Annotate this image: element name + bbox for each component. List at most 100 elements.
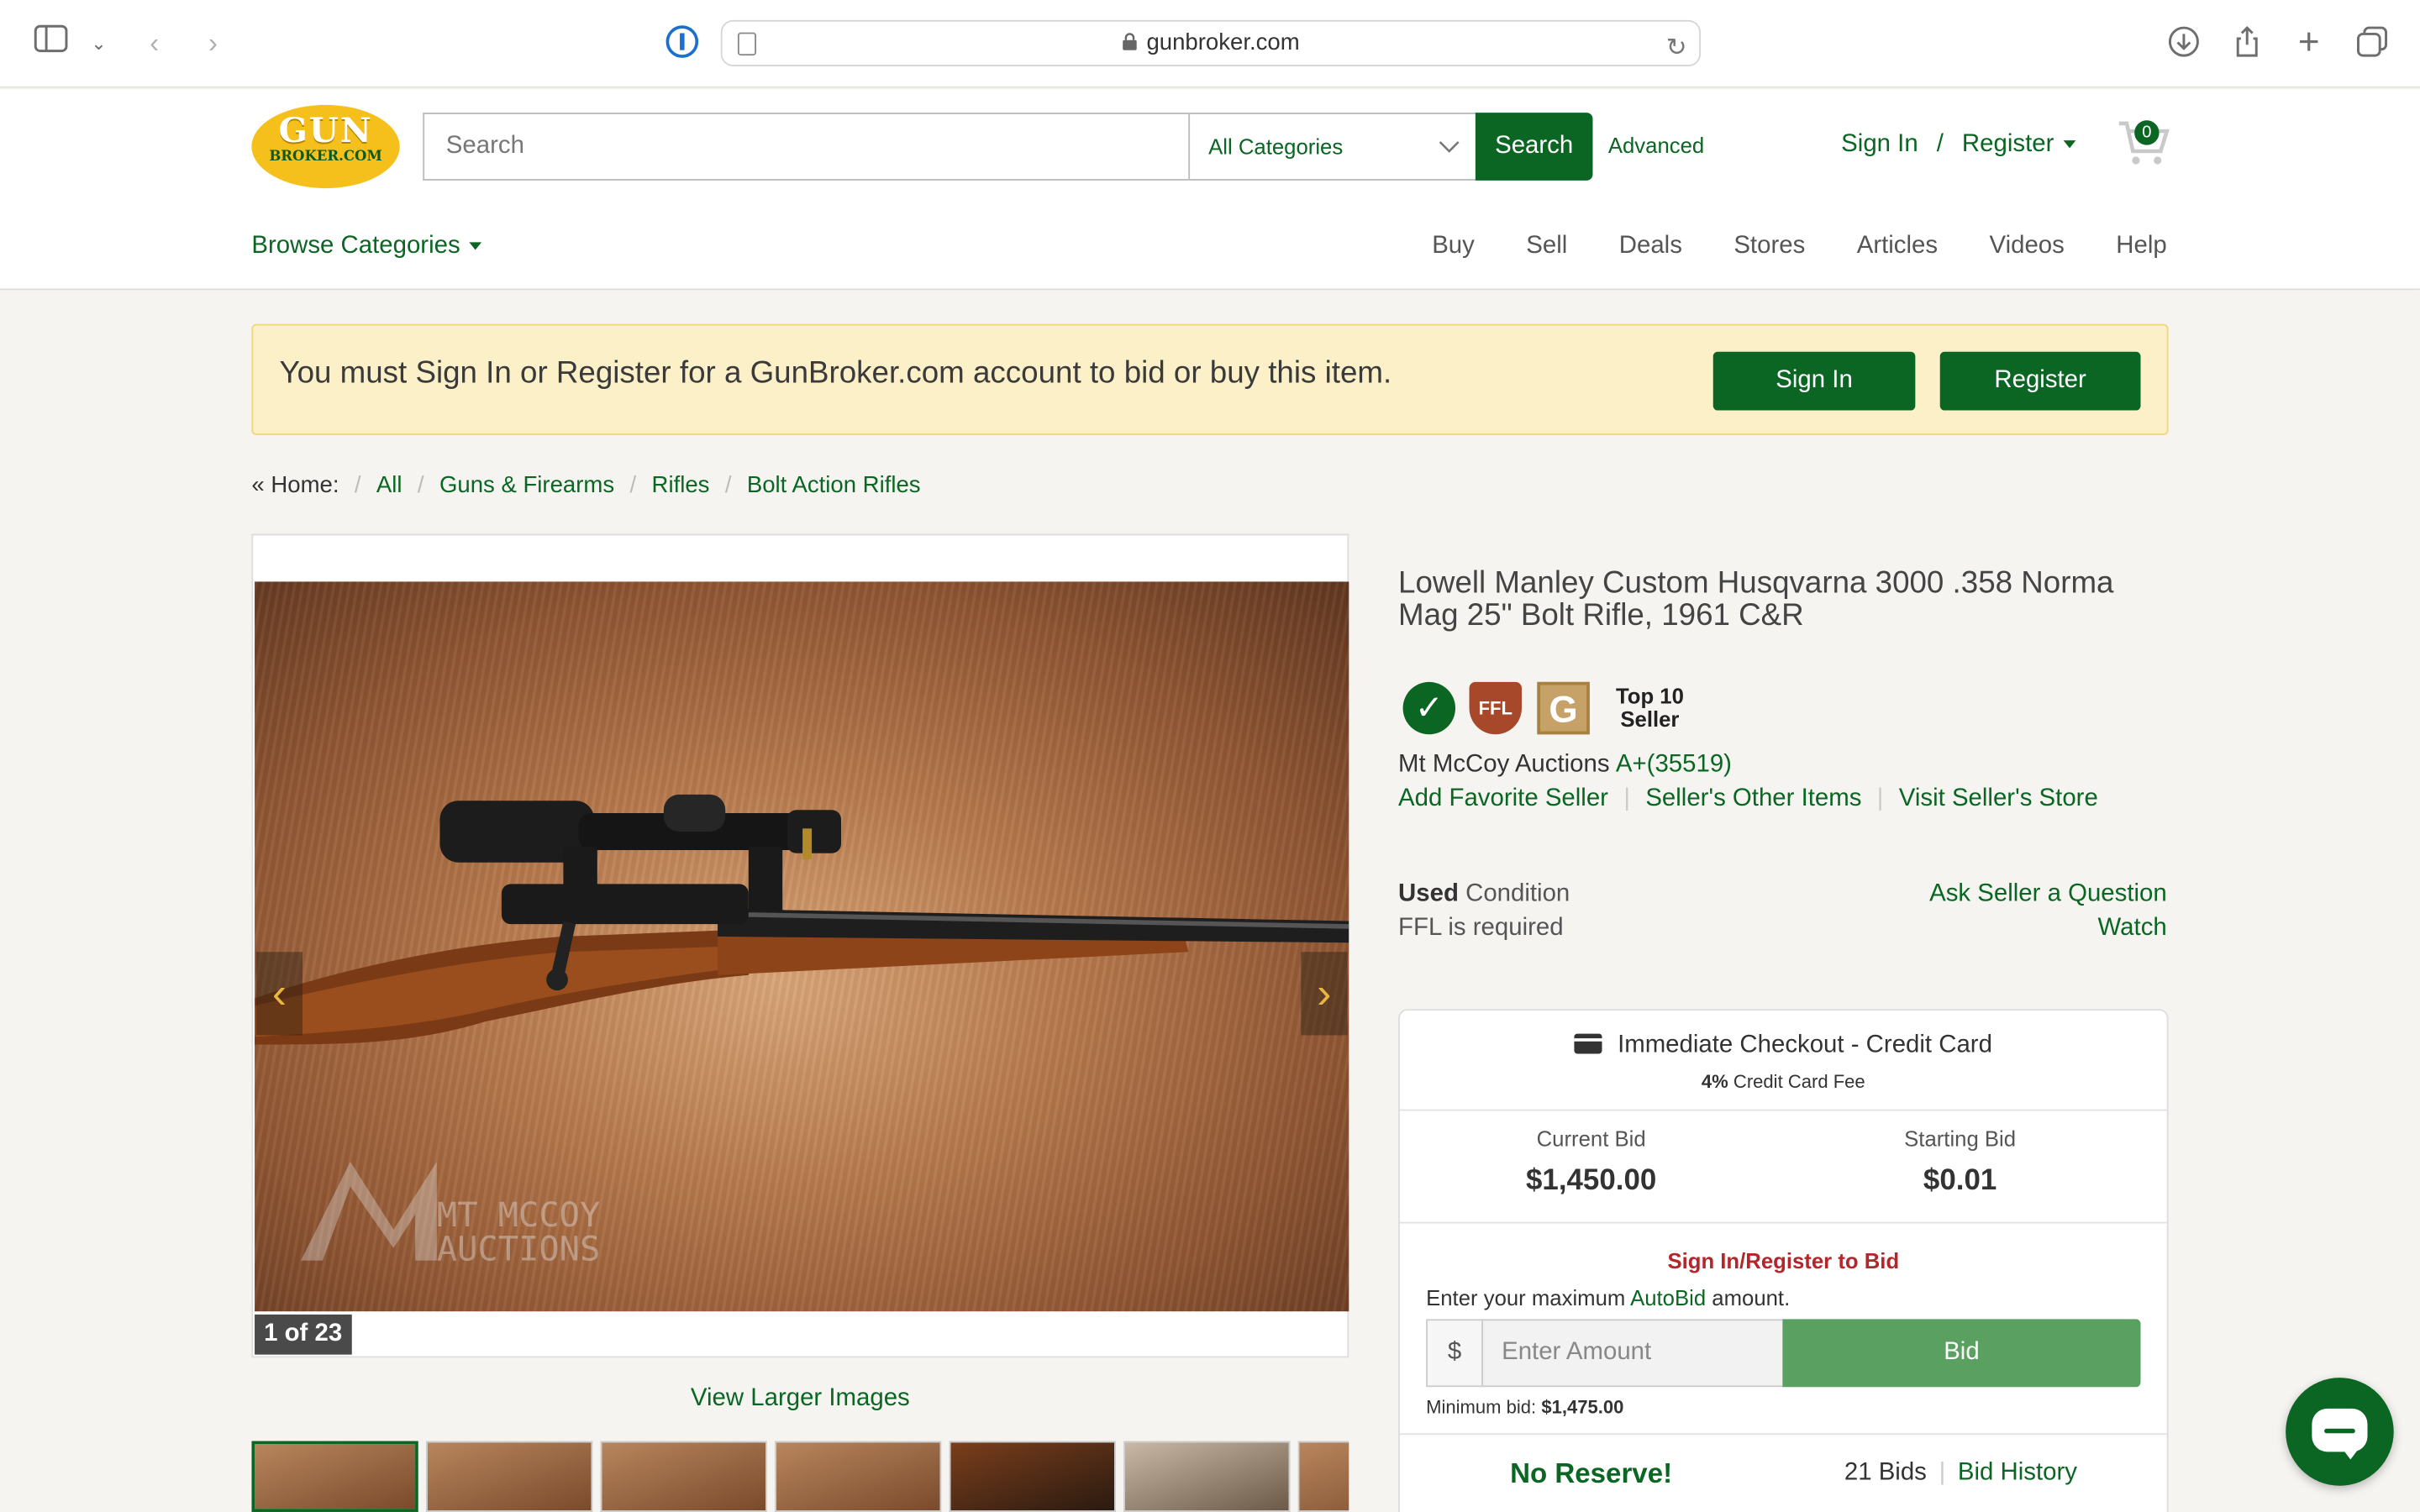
reader-mode-icon[interactable] <box>737 32 756 56</box>
thumbnail[interactable] <box>775 1441 942 1512</box>
gunbroker-logo[interactable]: GUN BROKER.COM <box>251 104 400 189</box>
caret-down-icon <box>2063 140 2076 149</box>
item-actions: Ask Seller a Question Watch <box>1929 878 2167 946</box>
fee-percent: 4% <box>1701 1070 1728 1093</box>
watermark-line2: AUCTIONS <box>437 1229 601 1269</box>
breadcrumb-rifles[interactable]: Rifles <box>652 472 710 498</box>
top-10-line2: Seller <box>1620 706 1680 732</box>
search-input[interactable]: Search <box>423 113 1191 181</box>
breadcrumb-separator: / <box>629 472 637 499</box>
nav-help[interactable]: Help <box>2116 233 2166 259</box>
lock-icon <box>1122 33 1137 50</box>
separator: | <box>1876 785 1884 812</box>
chevron-down-icon <box>1439 114 1460 179</box>
sidebar-toggle-icon[interactable] <box>33 24 70 61</box>
add-favorite-seller-link[interactable]: Add Favorite Seller <box>1398 785 1608 811</box>
breadcrumb-separator: / <box>724 472 732 499</box>
sign-in-alert: You must Sign In or Register for a GunBr… <box>251 323 2169 435</box>
back-icon[interactable]: ‹ <box>136 24 173 61</box>
nav-articles[interactable]: Articles <box>1857 233 1938 259</box>
thumbnail-strip <box>251 1441 1349 1512</box>
bid-form: $ Enter Amount Bid <box>1426 1319 2141 1388</box>
password-manager-icon[interactable] <box>664 24 701 61</box>
condition-value: Used <box>1398 880 1459 907</box>
new-tab-icon[interactable]: + <box>2291 24 2328 61</box>
breadcrumb-all[interactable]: All <box>376 472 402 498</box>
separator: | <box>1939 1459 1946 1486</box>
minimum-bid-label: Minimum bid: <box>1426 1396 1537 1418</box>
forward-icon[interactable]: › <box>194 24 231 61</box>
thumbnail[interactable] <box>1123 1441 1291 1512</box>
item-photo[interactable]: MT MCCOY AUCTIONS ‹ › <box>255 581 1349 1312</box>
ffl-required-note: FFL is required <box>1398 915 1564 942</box>
enter-max-prefix: Enter your maximum <box>1426 1284 1626 1310</box>
view-larger-images-link[interactable]: View Larger Images <box>251 1385 1349 1413</box>
register-link[interactable]: Register <box>1962 131 2054 157</box>
reload-icon[interactable]: ↻ <box>1666 28 1687 71</box>
thumbnail[interactable] <box>949 1441 1116 1512</box>
watch-link[interactable]: Watch <box>1929 911 2167 945</box>
sign-in-link[interactable]: Sign In <box>1841 131 1918 157</box>
nav-sell[interactable]: Sell <box>1526 233 1567 259</box>
minimum-bid-value: $1,475.00 <box>1541 1396 1624 1418</box>
bid-history-link[interactable]: Bid History <box>1958 1460 2077 1486</box>
sellers-other-items-link[interactable]: Seller's Other Items <box>1645 785 1861 811</box>
bid-panel: Immediate Checkout - Credit Card 4% Cred… <box>1398 1009 2169 1512</box>
minimum-bid: Minimum bid: $1,475.00 <box>1426 1396 1623 1418</box>
bid-amount-input[interactable]: Enter Amount <box>1481 1319 1785 1388</box>
image-counter: 1 of 23 <box>255 1314 352 1355</box>
bid-button[interactable]: Bid <box>1782 1319 2141 1388</box>
ask-seller-question-link[interactable]: Ask Seller a Question <box>1929 878 2167 911</box>
download-icon[interactable] <box>2165 24 2202 61</box>
nav-stores[interactable]: Stores <box>1733 233 1805 259</box>
ffl-badge-icon: FFL <box>1469 681 1522 735</box>
seller-rating[interactable]: A+(35519) <box>1616 751 1732 777</box>
nav-deals[interactable]: Deals <box>1619 233 1682 259</box>
currency-prefix: $ <box>1426 1319 1484 1388</box>
thumbnail[interactable] <box>251 1441 418 1512</box>
item-title: Lowell Manley Custom Husqvarna 3000 .358… <box>1398 566 2114 633</box>
address-bar[interactable]: gunbroker.com ↻ <box>720 19 1702 66</box>
seller-info: Mt McCoy Auctions A+(35519) <box>1398 751 1732 779</box>
previous-image-arrow[interactable]: ‹ <box>255 952 302 1036</box>
share-icon[interactable] <box>2228 24 2265 61</box>
chevron-down-icon[interactable]: ⌄ <box>81 24 118 61</box>
seller-links: Add Favorite Seller | Seller's Other Items… <box>1398 785 2098 813</box>
alert-sign-in-button[interactable]: Sign In <box>1712 351 1916 411</box>
sign-in-to-bid-link[interactable]: Sign In/Register to Bid <box>1400 1248 2167 1273</box>
breadcrumb: « Home: / All / Guns & Firearms / Rifles / Bolt … <box>251 472 920 498</box>
search-button[interactable]: Search <box>1475 113 1593 181</box>
autobid-link[interactable]: AutoBid <box>1630 1285 1706 1310</box>
current-bid-label: Current Bid <box>1536 1126 1646 1152</box>
separator: / <box>1936 131 1944 158</box>
alert-message: You must Sign In or Register for a GunBr… <box>279 356 1392 391</box>
visit-sellers-store-link[interactable]: Visit Seller's Store <box>1899 785 2098 811</box>
breadcrumb-home[interactable]: « Home: <box>251 472 339 498</box>
thumbnail[interactable] <box>425 1441 593 1512</box>
top-10-line1: Top 10 <box>1615 683 1684 709</box>
thumbnail[interactable] <box>600 1441 767 1512</box>
g-badge-icon: G <box>1537 681 1590 735</box>
divider <box>1399 1109 2167 1111</box>
category-select[interactable]: All Categories <box>1188 113 1477 181</box>
current-bid-value: $1,450.00 <box>1526 1164 1657 1198</box>
credit-card-icon <box>1574 1033 1602 1054</box>
bid-count: 21 Bids | Bid History <box>1844 1460 2077 1488</box>
next-image-arrow[interactable]: › <box>1301 952 1348 1036</box>
browser-toolbar: ⌄ ‹ › gunbroker.com ↻ + <box>0 0 2420 88</box>
tab-overview-icon[interactable] <box>2354 24 2391 61</box>
nav-videos[interactable]: Videos <box>1990 233 2065 259</box>
nav-buy[interactable]: Buy <box>1432 233 1475 259</box>
alert-register-button[interactable]: Register <box>1939 351 2141 411</box>
condition-label: Condition <box>1465 880 1570 907</box>
breadcrumb-guns-firearms[interactable]: Guns & Firearms <box>439 472 614 498</box>
thumbnail[interactable] <box>1297 1441 1349 1512</box>
chat-button[interactable] <box>2286 1378 2394 1486</box>
breadcrumb-bolt-action-rifles[interactable]: Bolt Action Rifles <box>747 472 921 498</box>
logo-subtext: BROKER.COM <box>269 150 382 165</box>
advanced-search-link[interactable]: Advanced <box>1608 133 1704 157</box>
verified-seller-check-icon: ✓ <box>1402 681 1456 735</box>
autobid-instructions: Enter your maximum AutoBid amount. <box>1426 1285 1790 1310</box>
browse-categories-menu[interactable]: Browse Categories <box>251 233 482 260</box>
seller-name[interactable]: Mt McCoy Auctions <box>1398 751 1610 777</box>
